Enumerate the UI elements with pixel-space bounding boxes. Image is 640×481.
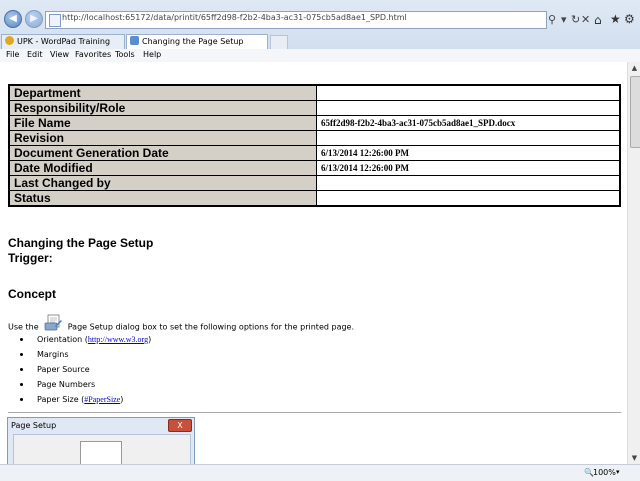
bullet-icon bbox=[20, 353, 23, 356]
forward-button[interactable]: ▶ bbox=[25, 10, 43, 28]
page-content[interactable]: Department Responsibility/Role File Name 65… bbox=[0, 62, 627, 464]
option-item: Paper Size (#PaperSize) bbox=[20, 392, 151, 407]
divider bbox=[8, 412, 621, 413]
property-value bbox=[316, 175, 621, 191]
bullet-icon bbox=[20, 383, 23, 386]
property-key: File Name bbox=[8, 115, 317, 131]
option-label: Paper Source bbox=[37, 365, 90, 374]
tab-label: UPK - WordPad Training bbox=[17, 37, 111, 46]
property-value bbox=[316, 130, 621, 146]
property-key: Status bbox=[8, 190, 317, 207]
dialog-close-icon: X bbox=[168, 419, 192, 432]
url-host: http://localhost bbox=[62, 13, 123, 22]
property-row: File Name 65ff2d98-f2b2-4ba3-ac31-075cb5a… bbox=[8, 115, 621, 131]
tab-label: Changing the Page Setup bbox=[142, 37, 244, 46]
property-key: Document Generation Date bbox=[8, 145, 317, 161]
menu-bar: File Edit View Favorites Tools Help bbox=[0, 49, 640, 63]
property-value bbox=[316, 84, 621, 101]
back-arrow-icon: ◀ bbox=[9, 13, 17, 24]
property-row: Department bbox=[8, 84, 621, 101]
property-value: 6/13/2014 12:26:00 PM bbox=[316, 145, 621, 161]
page-preview bbox=[80, 441, 122, 464]
page-tab-icon bbox=[130, 36, 139, 45]
property-key: Date Modified bbox=[8, 160, 317, 176]
refresh-icon[interactable]: ↻ bbox=[571, 13, 580, 26]
menu-tools[interactable]: Tools bbox=[115, 50, 135, 59]
page-icon bbox=[49, 14, 61, 27]
url-path: :65172/data/printit/65ff2d98-f2b2-4ba3-a… bbox=[122, 13, 407, 22]
vertical-scrollbar[interactable]: ▲ ▼ bbox=[627, 62, 640, 464]
property-row: Revision bbox=[8, 130, 621, 146]
property-row: Date Modified 6/13/2014 12:26:00 PM bbox=[8, 160, 621, 176]
url-text[interactable]: http://localhost:65172/data/printit/65ff… bbox=[62, 13, 407, 22]
browser-chrome: ◀ ▶ http://localhost:65172/data/printit/… bbox=[0, 0, 640, 63]
concept-prefix: Use the bbox=[8, 322, 39, 332]
dialog-body bbox=[13, 434, 191, 464]
option-item: Page Numbers bbox=[20, 377, 151, 392]
dialog-title: Page Setup bbox=[11, 421, 57, 430]
property-value bbox=[316, 100, 621, 116]
option-link[interactable]: #PaperSize bbox=[84, 395, 120, 404]
option-label: Orientation bbox=[37, 335, 83, 344]
address-bar[interactable]: http://localhost:65172/data/printit/65ff… bbox=[45, 11, 547, 29]
option-item: Margins bbox=[20, 347, 151, 362]
paren-close: ) bbox=[148, 335, 152, 344]
gear-icon[interactable]: ⚙ bbox=[624, 12, 635, 26]
bullet-icon bbox=[20, 398, 23, 401]
tab-wordpad-training[interactable]: UPK - WordPad Training bbox=[1, 34, 125, 50]
scroll-thumb[interactable] bbox=[630, 76, 640, 148]
property-key: Revision bbox=[8, 130, 317, 146]
search-icon[interactable]: ⚲ bbox=[548, 13, 556, 26]
concept-suffix: Page Setup dialog box to set the followi… bbox=[67, 322, 355, 332]
document-properties-table: Department Responsibility/Role File Name 65… bbox=[8, 84, 621, 207]
menu-view[interactable]: View bbox=[50, 50, 69, 59]
back-button[interactable]: ◀ bbox=[4, 10, 22, 28]
options-list: Orientation (http://www.w3.org) Margins Pa… bbox=[20, 332, 151, 407]
property-key: Responsibility/Role bbox=[8, 100, 317, 116]
status-bar: 🔍 100% ▾ bbox=[0, 464, 640, 481]
trigger-heading: Trigger: bbox=[8, 251, 53, 265]
zoom-level[interactable]: 100% bbox=[593, 468, 616, 477]
option-link[interactable]: http://www.w3.org bbox=[88, 335, 148, 344]
paren-close: ) bbox=[120, 395, 124, 404]
option-item: Orientation (http://www.w3.org) bbox=[20, 332, 151, 347]
upk-icon bbox=[5, 36, 14, 45]
property-row: Status bbox=[8, 190, 621, 207]
page-setup-icon bbox=[44, 314, 63, 331]
menu-help[interactable]: Help bbox=[143, 50, 161, 59]
option-label: Margins bbox=[37, 350, 69, 359]
home-icon[interactable]: ⌂ bbox=[594, 13, 602, 27]
dropdown-icon[interactable]: ▾ bbox=[561, 13, 567, 26]
property-key: Last Changed by bbox=[8, 175, 317, 191]
property-value: 6/13/2014 12:26:00 PM bbox=[316, 160, 621, 176]
forward-arrow-icon: ▶ bbox=[30, 13, 38, 24]
property-row: Responsibility/Role bbox=[8, 100, 621, 116]
menu-favorites[interactable]: Favorites bbox=[75, 50, 111, 59]
zoom-dropdown-icon[interactable]: ▾ bbox=[616, 468, 620, 476]
bullet-icon bbox=[20, 338, 23, 341]
favorites-star-icon[interactable]: ★ bbox=[610, 12, 621, 26]
scroll-up-icon[interactable]: ▲ bbox=[628, 62, 640, 74]
new-tab-button[interactable] bbox=[270, 35, 288, 50]
property-key: Department bbox=[8, 84, 317, 101]
menu-edit[interactable]: Edit bbox=[27, 50, 43, 59]
option-item: Paper Source bbox=[20, 362, 151, 377]
stop-icon[interactable]: ✕ bbox=[581, 13, 590, 26]
bullet-icon bbox=[20, 368, 23, 371]
scroll-down-icon[interactable]: ▼ bbox=[628, 452, 640, 464]
tab-row: UPK - WordPad Training Changing the Page… bbox=[0, 33, 640, 50]
property-value: 65ff2d98-f2b2-4ba3-ac31-075cb5ad8ae1_SPD… bbox=[316, 115, 621, 131]
page-setup-dialog-screenshot: Page Setup X bbox=[7, 417, 195, 464]
navigation-row: ◀ ▶ http://localhost:65172/data/printit/… bbox=[0, 0, 640, 32]
option-label: Page Numbers bbox=[37, 380, 96, 389]
option-label: Paper Size bbox=[37, 395, 79, 404]
property-value bbox=[316, 190, 621, 207]
page-title: Changing the Page Setup bbox=[8, 236, 154, 250]
tab-changing-page-setup[interactable]: Changing the Page Setup bbox=[126, 34, 268, 50]
menu-file[interactable]: File bbox=[6, 50, 19, 59]
property-row: Document Generation Date 6/13/2014 12:26:… bbox=[8, 145, 621, 161]
concept-heading: Concept bbox=[8, 287, 56, 301]
property-row: Last Changed by bbox=[8, 175, 621, 191]
